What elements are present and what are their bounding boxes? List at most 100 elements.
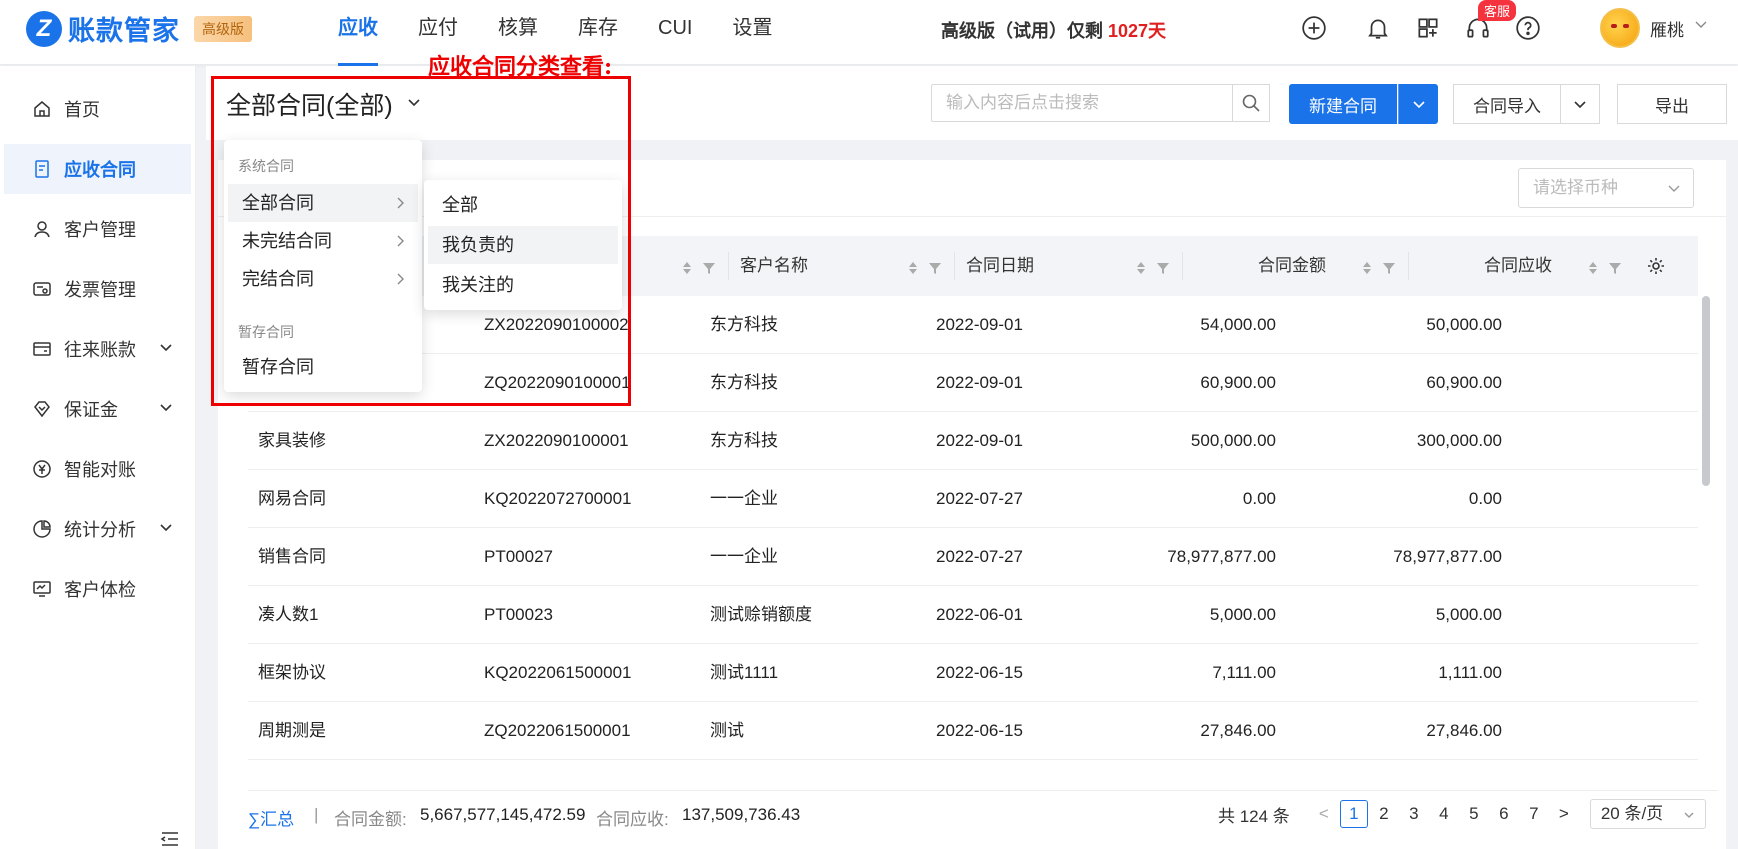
- sidebar-item-label: 保证金: [64, 400, 118, 420]
- sidebar-item-label: 客户管理: [64, 220, 136, 240]
- th-customer: 客户名称: [740, 256, 808, 275]
- cell-code: ZX2022090100001: [484, 431, 629, 450]
- cell-date: 2022-09-01: [936, 315, 1023, 334]
- collapse-menu-icon[interactable]: [160, 831, 180, 847]
- prev-page-button[interactable]: <: [1310, 800, 1338, 828]
- new-contract-button[interactable]: 新建合同: [1289, 84, 1397, 124]
- gear-icon[interactable]: [1646, 256, 1666, 276]
- cell-customer: 测试赊销额度: [710, 605, 812, 624]
- table-row[interactable]: 凑人数1 PT00023 测试赊销额度 2022-06-01 5,000.00 …: [248, 586, 1698, 644]
- cell-customer: 东方科技: [710, 373, 778, 392]
- filter-icon[interactable]: [928, 261, 942, 275]
- cell-date: 2022-06-15: [936, 663, 1023, 682]
- sort-icon[interactable]: [682, 261, 692, 275]
- nav-cui[interactable]: CUI: [658, 0, 692, 64]
- sidebar-item-invoices[interactable]: 发票管理: [0, 264, 195, 314]
- avatar[interactable]: [1600, 8, 1640, 48]
- column-separator: [954, 252, 955, 280]
- new-contract-dropdown-button[interactable]: [1398, 84, 1438, 124]
- nav-settings[interactable]: 设置: [732, 0, 772, 64]
- trial-notice: 高级版（试用）仅剩 1027天: [941, 17, 1166, 43]
- sidebar-item-health-check[interactable]: 客户体检: [0, 564, 195, 614]
- table-row[interactable]: 框架协议 KQ2022061500001 测试1111 2022-06-15 7…: [248, 644, 1698, 702]
- nav-receivable[interactable]: 应收: [338, 0, 378, 66]
- sidebar: 首页 应收合同 客户管理 发票管理 往来账款 保证金 智能对账 统计分析 客户体…: [0, 66, 196, 849]
- filter-icon[interactable]: [1608, 261, 1622, 275]
- sidebar-item-customers[interactable]: 客户管理: [0, 204, 195, 254]
- table-scrollbar[interactable]: [1702, 296, 1710, 486]
- sidebar-item-accounts[interactable]: 往来账款: [0, 324, 195, 374]
- search-input[interactable]: 输入内容后点击搜索: [931, 84, 1233, 122]
- cell-name: 周期测是: [258, 721, 326, 740]
- sort-icon[interactable]: [1362, 261, 1372, 275]
- table-row[interactable]: 网易合同 KQ2022072700001 一一企业 2022-07-27 0.0…: [248, 470, 1698, 528]
- invoice-icon: [33, 282, 51, 296]
- cell-customer: 测试: [710, 721, 744, 740]
- add-circle-icon[interactable]: [1300, 14, 1328, 42]
- cell-receivable: 300,000.00: [1416, 431, 1502, 450]
- sidebar-item-label: 应收合同: [64, 160, 136, 180]
- sidebar-item-deposit[interactable]: 保证金: [0, 384, 195, 434]
- filter-icon[interactable]: [1382, 261, 1396, 275]
- chevron-down-icon[interactable]: [1694, 17, 1708, 34]
- cell-receivable: 50,000.00: [1426, 315, 1502, 334]
- filter-icon[interactable]: [702, 261, 716, 275]
- top-header: Z 账款管家 高级版 应收 应付 核算 库存 CUI 设置 高级版（试用）仅剩 …: [0, 0, 1738, 66]
- cell-date: 2022-06-15: [936, 721, 1023, 740]
- cell-date: 2022-06-01: [936, 605, 1023, 624]
- page-6[interactable]: 6: [1490, 800, 1518, 828]
- filter-icon[interactable]: [1156, 261, 1170, 275]
- page-2[interactable]: 2: [1370, 800, 1398, 828]
- pie-chart-icon: [33, 520, 51, 538]
- summary-separator: |: [314, 805, 319, 824]
- page-1[interactable]: 1: [1339, 800, 1368, 828]
- chevron-down-icon: [160, 404, 172, 412]
- import-dropdown-button[interactable]: [1560, 84, 1600, 124]
- help-icon[interactable]: [1514, 14, 1542, 42]
- sidebar-item-receivable-contract[interactable]: 应收合同: [4, 144, 191, 194]
- headset-icon[interactable]: 客服: [1464, 0, 1517, 42]
- cell-name: 网易合同: [258, 489, 326, 508]
- username[interactable]: 雁桃: [1650, 16, 1684, 41]
- bell-icon[interactable]: [1364, 14, 1392, 42]
- th-receivable: 合同应收: [1484, 256, 1552, 275]
- import-contract-button[interactable]: 合同导入: [1453, 84, 1561, 124]
- next-page-button[interactable]: >: [1550, 800, 1578, 828]
- sidebar-item-statistics[interactable]: 统计分析: [0, 504, 195, 554]
- currency-select[interactable]: 请选择币种: [1518, 168, 1694, 208]
- sidebar-item-label: 客户体检: [64, 580, 136, 600]
- table-row[interactable]: 周期测是 ZQ2022061500001 测试 2022-06-15 27,84…: [248, 702, 1698, 760]
- page-size-select[interactable]: 20 条/页: [1589, 799, 1706, 829]
- sidebar-item-label: 智能对账: [64, 460, 136, 480]
- chevron-down-icon: [1574, 101, 1586, 109]
- page-size-value: 20 条/页: [1600, 804, 1664, 823]
- sort-icon[interactable]: [1136, 261, 1146, 275]
- cell-name: 家具装修: [258, 431, 326, 450]
- table-row[interactable]: 销售合同 PT00027 一一企业 2022-07-27 78,977,877.…: [248, 528, 1698, 586]
- cell-name: 框架协议: [258, 663, 326, 682]
- sort-icon[interactable]: [1588, 261, 1598, 275]
- export-button[interactable]: 导出: [1617, 84, 1727, 124]
- chevron-down-icon: [1684, 812, 1694, 818]
- sidebar-item-reconciliation[interactable]: 智能对账: [0, 444, 195, 494]
- page-4[interactable]: 4: [1430, 800, 1458, 828]
- cell-customer: 测试1111: [710, 663, 779, 682]
- cell-code: PT00027: [484, 547, 553, 566]
- annotation-text: 应收合同分类查看:: [428, 54, 613, 80]
- cell-name: 销售合同: [258, 547, 326, 566]
- app-logo[interactable]: Z 账款管家 高级版: [26, 9, 252, 48]
- table-row[interactable]: 家具装修 ZX2022090100001 东方科技 2022-09-01 500…: [248, 412, 1698, 470]
- sort-icon[interactable]: [908, 261, 918, 275]
- th-date: 合同日期: [966, 256, 1034, 275]
- page-7[interactable]: 7: [1520, 800, 1548, 828]
- cell-customer: 东方科技: [710, 315, 778, 334]
- cell-code: PT00023: [484, 605, 553, 624]
- sidebar-item-home[interactable]: 首页: [0, 84, 195, 134]
- cell-name: 凑人数1: [258, 605, 319, 624]
- page-5[interactable]: 5: [1460, 800, 1488, 828]
- cell-amount: 60,900.00: [1200, 373, 1276, 392]
- search-button[interactable]: [1232, 84, 1270, 122]
- page-3[interactable]: 3: [1400, 800, 1428, 828]
- apps-grid-icon[interactable]: [1414, 14, 1442, 42]
- cell-receivable: 5,000.00: [1435, 605, 1502, 624]
